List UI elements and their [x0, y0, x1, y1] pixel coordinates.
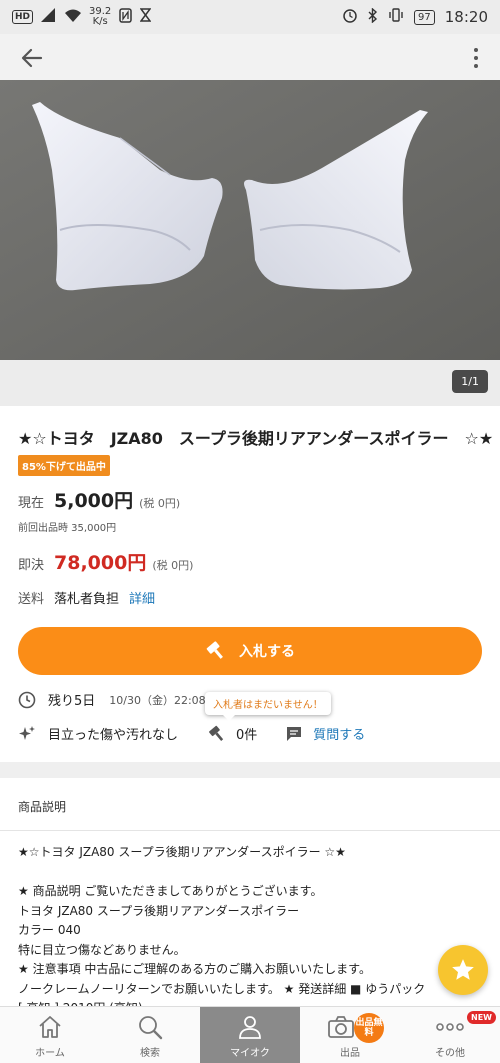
nav-home-label: ホーム: [35, 1048, 65, 1059]
condition-text: 目立った傷や汚れなし: [48, 728, 179, 743]
hourglass-icon: [139, 8, 152, 26]
search-icon: [139, 1016, 163, 1040]
battery-indicator: 97: [414, 9, 435, 25]
description-body: ★☆トヨタ JZA80 スープラ後期リアアンダースポイラー ☆★ ★ 商品説明 …: [18, 843, 488, 1008]
gavel-icon: [206, 641, 223, 659]
more-horizontal-icon: [436, 1023, 464, 1031]
description-line: ノークレームノーリターンでお願いいたします。 ★ 発送詳細 ■ ゆうパック: [18, 981, 426, 996]
sparkle-icon: [19, 725, 35, 740]
person-icon: [239, 1016, 261, 1039]
spoiler-photo-image: [0, 80, 500, 360]
bid-button-label: 入札する: [239, 644, 295, 660]
bid-button[interactable]: 入札する: [18, 627, 482, 675]
favorite-button[interactable]: [438, 945, 488, 995]
section-divider: [0, 762, 500, 778]
bluetooth-icon: [368, 6, 378, 27]
price-drop-badge: 85%下げて出品中: [18, 455, 110, 476]
product-photo[interactable]: [0, 80, 500, 360]
alarm-icon: [342, 7, 358, 27]
new-badge: NEW: [467, 1011, 496, 1024]
description-line: ★ 商品説明 ご覧いただきましてありがとうございます。: [18, 884, 323, 898]
home-icon: [39, 1016, 61, 1038]
nav-my-auction-label: マイオク: [230, 1048, 270, 1059]
chat-bubble-icon: [287, 726, 302, 741]
description-divider: [0, 830, 500, 831]
buy-now-price: 78,000円: [54, 552, 147, 574]
app-header: [0, 34, 500, 80]
description-line: ★ 注意事項 中古品にご理解のある方のご購入お願いいたします。: [18, 962, 371, 976]
nav-other-label: その他: [435, 1048, 465, 1059]
buy-now-tax: (税 0円): [152, 559, 194, 572]
status-bar: HD 39.2 K/s 97 18:20: [0, 0, 500, 34]
no-bidders-tooltip: 入札者はまだいません！: [205, 692, 331, 721]
end-time: 10/30（金）22:08: [109, 693, 206, 707]
arrow-left-icon: [21, 48, 43, 68]
shipping-details-link[interactable]: 詳細: [129, 588, 155, 607]
image-counter: 1/1: [452, 370, 488, 393]
shipping-value: 落札者負担: [54, 592, 120, 607]
nav-my-auction[interactable]: マイオク: [200, 1007, 300, 1063]
network-speed: 39.2 K/s: [89, 7, 111, 27]
description-heading: 商品説明: [18, 800, 67, 814]
description-line: カラー 040: [18, 923, 81, 937]
shipping-label: 送料: [18, 592, 45, 607]
nfc-icon: [119, 7, 133, 27]
vibrate-icon: [388, 8, 404, 26]
clock-icon: [18, 691, 36, 708]
current-price-label: 現在: [18, 496, 45, 511]
photo-footer: 1/1: [0, 360, 500, 406]
nav-search-label: 検索: [140, 1048, 160, 1059]
nav-home[interactable]: ホーム: [0, 1007, 100, 1063]
wifi-icon: [65, 9, 82, 26]
nav-sell-label: 出品: [340, 1048, 360, 1059]
description-line: ★☆トヨタ JZA80 スープラ後期リアアンダースポイラー ☆★: [18, 845, 346, 859]
more-vertical-icon[interactable]: [470, 44, 482, 72]
speed-unit: K/s: [92, 16, 108, 27]
back-button[interactable]: [18, 44, 46, 72]
gavel-small-icon: [209, 725, 224, 741]
signal-icon: [41, 8, 57, 26]
bid-count: 0件: [236, 728, 258, 743]
status-right: 97 18:20: [342, 6, 488, 27]
star-icon: [452, 959, 474, 980]
current-price: 5,000円: [54, 490, 134, 512]
free-listing-badge: 出品無料: [354, 1013, 384, 1043]
nav-search[interactable]: 検索: [100, 1007, 200, 1063]
shipping-row: 送料 落札者負担 詳細: [18, 588, 155, 607]
description-line: トヨタ JZA80 スープラ後期リアアンダースポイラー: [18, 903, 300, 918]
remaining-days: 残り5日: [48, 694, 96, 709]
nav-sell[interactable]: 出品無料 出品: [300, 1007, 400, 1063]
bottom-navigation: ホーム 検索 マイオク 出品無料 出品 NEW その他: [0, 1006, 500, 1063]
item-meta-row: 目立った傷や汚れなし 0件 質問する: [18, 724, 488, 743]
status-left: HD 39.2 K/s: [12, 7, 152, 27]
current-price-tax: (税 0円): [139, 497, 181, 510]
time-remaining-row: 残り5日 10/30（金）22:08: [18, 690, 206, 709]
current-price-row: 現在 5,000円 (税 0円): [18, 486, 180, 513]
buy-now-row: 即決 78,000円 (税 0円): [18, 548, 193, 575]
description-line: 特に目立つ傷などありません。: [18, 942, 186, 957]
hd-badge: HD: [12, 10, 34, 24]
previous-price: 前回出品時 35,000円: [18, 523, 117, 534]
camera-icon: [328, 1016, 354, 1038]
clock: 18:20: [444, 8, 488, 26]
ask-question-link[interactable]: 質問する: [313, 724, 365, 743]
nav-other[interactable]: NEW その他: [400, 1007, 500, 1063]
item-title: ★☆トヨタ JZA80 スープラ後期リアアンダースポイラー ☆★: [18, 429, 494, 448]
buy-now-label: 即決: [18, 558, 45, 573]
